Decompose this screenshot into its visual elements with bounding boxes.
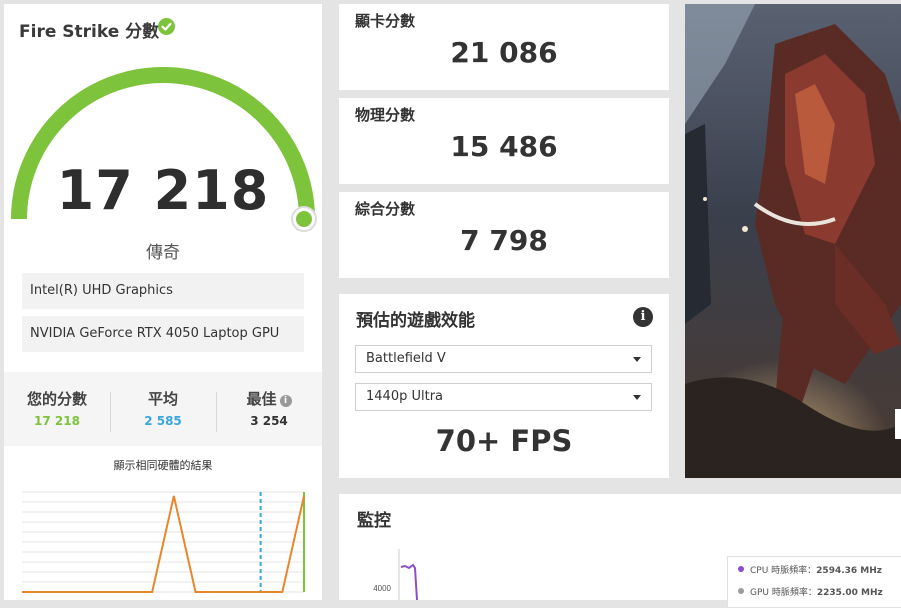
- graphics-score-label: 顯卡分數: [355, 12, 416, 30]
- legend-dot: [738, 566, 744, 572]
- legend-gpu-label: GPU 時脈頻率：: [750, 588, 817, 598]
- stat-best-value: 3 254: [250, 414, 288, 428]
- hardware-row-dgpu: NVIDIA GeForce RTX 4050 Laptop GPU: [22, 316, 304, 352]
- estimated-fps: 70+ FPS: [435, 424, 573, 458]
- game-select-value: Battlefield V: [366, 351, 446, 366]
- score-panel: Fire Strike 分數 17 218 傳奇 Intel(R) UHD Gr…: [4, 4, 322, 600]
- physics-score-label: 物理分數: [355, 106, 416, 124]
- legend-gpu-clock: GPU 時脈頻率：2235.00 MHz: [738, 585, 883, 598]
- legend-dot: [738, 588, 744, 594]
- stat-average: 平均 2 585: [110, 372, 216, 446]
- legend-gpu-value: 2235.00 MHz: [816, 588, 883, 598]
- game-performance-card: 預估的遊戲效能 i Battlefield V 1440p Ultra 70+ …: [339, 294, 669, 478]
- distribution-series-line: [22, 495, 305, 593]
- legend-cpu-value: 2594.36 MHz: [816, 566, 883, 576]
- stat-best: 最佳 i 3 254: [216, 372, 322, 446]
- stat-best-label-wrap: 最佳 i: [216, 388, 322, 409]
- info-icon[interactable]: i: [633, 307, 653, 327]
- preset-select-value: 1440p Ultra: [366, 389, 444, 404]
- distribution-title: 顯示相同硬體的結果: [113, 459, 213, 472]
- stat-average-label: 平均: [147, 390, 178, 408]
- distribution-chart: [22, 491, 305, 593]
- overall-score: 17 218: [56, 159, 270, 222]
- preset-select[interactable]: 1440p Ultra: [355, 383, 652, 411]
- chevron-down-icon: [633, 357, 641, 362]
- verified-check-icon: [158, 18, 175, 35]
- combined-score-card: 綜合分數 7 798: [339, 192, 669, 278]
- stat-your-score-value: 17 218: [34, 414, 80, 428]
- rank-label: 傳奇: [146, 243, 180, 263]
- score-comparison: 您的分數 17 218 平均 2 585 最佳 i 3 254: [4, 372, 322, 446]
- graphics-score-card: 顯卡分數 21 086: [339, 4, 669, 90]
- hardware-row-igpu: Intel(R) UHD Graphics: [22, 273, 304, 309]
- stat-best-label: 最佳: [246, 390, 277, 408]
- chevron-down-icon: [633, 395, 641, 400]
- physics-score-card: 物理分數 15 486: [339, 98, 669, 184]
- monitoring-card: 監控 4000 CPU 時脈頻率：2594.36 MHz GPU 時脈頻率：22…: [339, 494, 901, 608]
- cpu-clock-line: [400, 563, 418, 600]
- monitoring-legend: CPU 時脈頻率：2594.36 MHz GPU 時脈頻率：2235.00 MH…: [727, 556, 901, 608]
- info-icon[interactable]: i: [279, 395, 292, 407]
- game-performance-title: 預估的遊戲效能: [356, 311, 475, 331]
- game-select[interactable]: Battlefield V: [355, 345, 652, 373]
- combined-score-label: 綜合分數: [355, 200, 416, 218]
- legend-cpu-label: CPU 時脈頻率：: [750, 566, 817, 576]
- combined-score-value: 7 798: [460, 224, 548, 257]
- y-tick-label: 4000: [373, 584, 391, 593]
- stat-your-score: 您的分數 17 218: [4, 372, 110, 446]
- stat-your-score-label: 您的分數: [26, 390, 87, 408]
- physics-score-value: 15 486: [450, 130, 558, 163]
- graphics-score-value: 21 086: [450, 36, 558, 69]
- artwork-image: [685, 4, 901, 478]
- benchmark-artwork: [685, 4, 901, 478]
- stat-average-value: 2 585: [144, 414, 182, 428]
- score-title: Fire Strike 分數: [19, 22, 160, 42]
- legend-cpu-clock: CPU 時脈頻率：2594.36 MHz: [738, 563, 882, 576]
